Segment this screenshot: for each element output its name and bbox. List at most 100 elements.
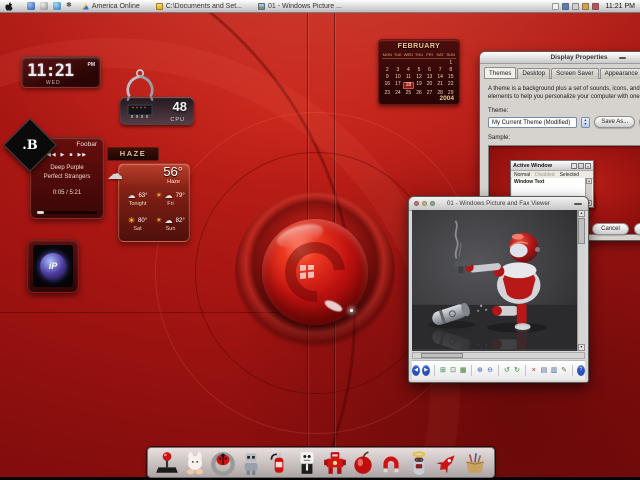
dock-icon-magnet[interactable] — [378, 450, 404, 476]
dock-icon-red-rocket[interactable] — [434, 450, 460, 476]
best-fit-icon[interactable]: ⊞ — [439, 365, 447, 376]
dock-icon-ladybug[interactable] — [210, 450, 236, 476]
clock-widget[interactable]: 11:21 PM WED — [21, 56, 101, 88]
preview-titlebar: Active Window _ □ × — [511, 161, 593, 171]
menubar-task-label: C:\Documents and Set... — [166, 3, 242, 10]
rotate-counterclockwise-icon[interactable]: ↺ — [503, 365, 511, 376]
dock — [147, 447, 495, 478]
zoom-out-icon[interactable]: ⊖ — [486, 365, 494, 376]
desktop: ✱ America Online C:\Documents and Set... 0… — [0, 0, 640, 480]
menubar-task[interactable]: America Online — [82, 3, 140, 10]
viewer-titlebar[interactable]: 01 - Windows Picture and Fax Viewer — [409, 197, 588, 211]
scroll-up-icon[interactable]: ▲ — [578, 210, 585, 217]
weather-condition-bar[interactable]: HAZE — [107, 147, 159, 161]
tab-screen-saver[interactable]: Screen Saver — [551, 68, 599, 79]
menubar-app-icon[interactable] — [40, 2, 48, 10]
calendar-month: FEBRUARY — [379, 40, 459, 50]
tab-desktop[interactable]: Desktop — [517, 68, 550, 79]
calendar-date: 18 — [403, 82, 414, 89]
scroll-up-icon: ▲ — [586, 178, 592, 184]
dock-icon-toolbox[interactable] — [462, 450, 488, 476]
delete-icon[interactable]: × — [530, 365, 538, 376]
horizontal-scrollbar[interactable] — [412, 352, 585, 359]
next-image-icon[interactable]: ▶ — [422, 365, 430, 376]
slideshow-icon[interactable]: ▦ — [459, 365, 467, 376]
save-icon[interactable]: ▥ — [550, 365, 558, 376]
calendar-day-header: FRI — [424, 52, 435, 57]
edit-icon[interactable]: ✎ — [560, 365, 568, 376]
rotate-clockwise-icon[interactable]: ↻ — [513, 365, 521, 376]
dock-icon-halo-robot[interactable] — [406, 450, 432, 476]
scrollbar-thumb[interactable] — [421, 353, 463, 358]
theme-select[interactable]: My Current Theme (Modified) — [488, 117, 577, 128]
vertical-scrollbar[interactable]: ▲ ▼ — [577, 210, 585, 351]
save-as-button[interactable]: Save As... — [594, 116, 635, 128]
menubar-task[interactable]: C:\Documents and Set... — [156, 3, 242, 10]
previous-image-icon[interactable]: ◀ — [412, 365, 420, 376]
calendar-date: 1 — [445, 60, 456, 67]
apple-menu-icon[interactable] — [5, 2, 13, 11]
tray-clock[interactable]: 11:21 PM — [606, 3, 635, 10]
menubar-app-icon[interactable] — [27, 2, 35, 10]
system-tray: 11:21 PM — [552, 3, 635, 10]
system-tray-icon[interactable] — [582, 3, 589, 10]
calendar-day-header: TUE — [393, 52, 404, 57]
system-tray-icon[interactable] — [592, 3, 599, 10]
menubar-task-label: America Online — [92, 3, 140, 10]
calendar-date: 14 — [435, 74, 446, 81]
system-tray-icon[interactable] — [572, 3, 579, 10]
forecast-cell: ☀☁82°Sun — [154, 215, 187, 240]
play-button[interactable]: ▶ — [61, 152, 66, 158]
menubar-app-icon[interactable] — [53, 2, 61, 10]
minimize-icon[interactable] — [574, 203, 582, 205]
forecast-cell: ☀☁79°Fri — [154, 190, 187, 215]
calendar-date — [424, 60, 435, 67]
theme-stepper[interactable]: ▲▼ — [581, 117, 591, 128]
next-button[interactable]: ▶▶ — [77, 152, 87, 158]
calendar-widget[interactable]: FEBRUARY MONTUEWEDTHUFRISATSUN 123456789… — [378, 39, 460, 105]
folder-icon — [156, 3, 163, 10]
preview-menu-item: Normal — [514, 172, 530, 178]
dock-icon-cherry[interactable] — [350, 450, 376, 476]
apply-button[interactable] — [634, 223, 640, 235]
zoom-in-icon[interactable]: ⊕ — [476, 365, 484, 376]
dock-icon-joystick[interactable] — [154, 450, 180, 476]
preview-menu-item: Selected — [560, 172, 579, 178]
dock-icon-boxhead-robot[interactable] — [294, 450, 320, 476]
menubar-app-icon[interactable]: ✱ — [66, 2, 72, 10]
help-icon[interactable]: ? — [577, 365, 585, 376]
calendar-date: 16 — [382, 81, 393, 88]
toolbar-separator — [434, 365, 435, 376]
dock-icon-red-mech-robot[interactable] — [322, 450, 348, 476]
chip-icon — [126, 103, 154, 119]
seek-bar[interactable] — [37, 211, 97, 214]
actual-size-icon[interactable]: ⊡ — [449, 365, 457, 376]
seek-thumb[interactable] — [37, 211, 44, 214]
system-tray-icon[interactable] — [552, 3, 559, 10]
scroll-down-icon[interactable]: ▼ — [578, 344, 585, 351]
track-artist: Deep Purple — [31, 164, 103, 173]
minimize-icon[interactable] — [619, 57, 626, 59]
print-icon[interactable]: ▤ — [540, 365, 548, 376]
tab-themes[interactable]: Themes — [484, 67, 516, 78]
calendar-day-header: THU — [414, 52, 425, 57]
tab-appearance[interactable]: Appearance — [600, 68, 640, 79]
toolbar-separator — [471, 365, 472, 376]
dialog-titlebar[interactable]: Display Properties — [480, 52, 640, 64]
cancel-button[interactable]: Cancel — [592, 223, 629, 235]
calendar-date: 6 — [424, 67, 435, 74]
dock-icon-fire-extinguisher[interactable] — [266, 450, 292, 476]
stop-button[interactable]: ■ — [69, 152, 73, 158]
dock-icon-gray-robot[interactable] — [238, 450, 264, 476]
sample-label: Sample: — [488, 135, 640, 141]
calendar-year: 2004 — [440, 95, 454, 102]
media-logo-widget[interactable]: iP — [27, 239, 79, 293]
claw-tool-icon[interactable] — [116, 69, 164, 105]
weather-widget[interactable]: ☁ 56° Haze ☁63°Tonight☀☁79°Fri☀80°Sat☀☁8… — [118, 163, 190, 242]
system-tray-icon[interactable] — [562, 3, 569, 10]
dock-icon-plush-bunny[interactable] — [182, 450, 208, 476]
calendar-date: 15 — [445, 74, 456, 81]
menubar-task[interactable]: 01 - Windows Picture ... — [258, 3, 342, 10]
scrollbar-thumb[interactable] — [578, 218, 585, 244]
robot-photo — [412, 210, 578, 349]
